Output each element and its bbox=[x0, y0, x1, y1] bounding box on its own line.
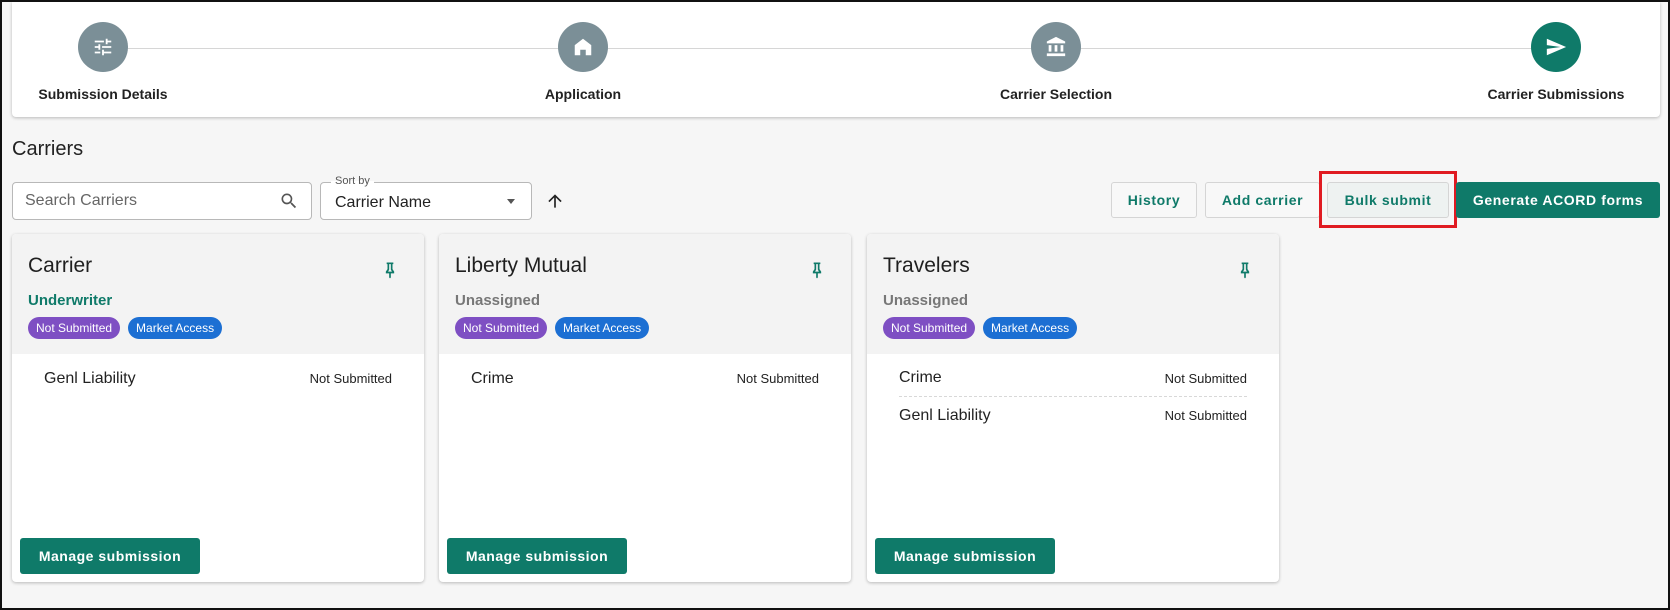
stepper: Submission Details Application Carrier S… bbox=[12, 2, 1660, 117]
card-header: Liberty Mutual Unassigned Not Submitted … bbox=[439, 234, 851, 354]
badge-group: Not Submitted Market Access bbox=[28, 317, 408, 339]
underwriter-label: Unassigned bbox=[455, 292, 541, 309]
coverage-line-name: Crime bbox=[471, 369, 514, 387]
highlight-box bbox=[1319, 171, 1457, 228]
coverage-line-row: Genl Liability Not Submitted bbox=[44, 360, 392, 397]
generate-acord-forms-button[interactable]: Generate ACORD forms bbox=[1456, 182, 1660, 218]
step-label: Carrier Selection bbox=[999, 86, 1113, 102]
coverage-line-row: Genl Liability Not Submitted bbox=[899, 397, 1247, 434]
market-access-badge: Market Access bbox=[555, 317, 650, 339]
sort-select[interactable]: Sort by Carrier Name bbox=[320, 175, 532, 220]
step-label: Application bbox=[544, 86, 622, 102]
card-header: Travelers Unassigned Not Submitted Marke… bbox=[867, 234, 1279, 354]
step-label: Carrier Submissions bbox=[1487, 86, 1625, 102]
add-carrier-button[interactable]: Add carrier bbox=[1205, 182, 1320, 218]
step-circle-active[interactable] bbox=[1531, 22, 1581, 72]
coverage-line-name: Genl Liability bbox=[899, 406, 991, 424]
pin-icon[interactable] bbox=[380, 260, 400, 280]
bank-icon bbox=[1046, 36, 1066, 57]
send-icon bbox=[1546, 38, 1567, 56]
badge-group: Not Submitted Market Access bbox=[883, 317, 1263, 339]
search-icon[interactable] bbox=[279, 191, 299, 211]
sort-legend: Sort by bbox=[331, 175, 374, 187]
status-badge: Not Submitted bbox=[455, 317, 548, 339]
step-label: Submission Details bbox=[38, 86, 168, 102]
sort-value: Carrier Name bbox=[335, 194, 432, 211]
card-header: Carrier Underwriter Not Submitted Market… bbox=[12, 234, 424, 354]
coverage-line-row: Crime Not Submitted bbox=[899, 360, 1247, 397]
carrier-card: Carrier Underwriter Not Submitted Market… bbox=[12, 234, 424, 582]
coverage-line-status: Not Submitted bbox=[1164, 370, 1247, 386]
sliders-icon bbox=[94, 38, 112, 56]
coverage-line-name: Genl Liability bbox=[44, 369, 136, 387]
manage-submission-button[interactable]: Manage submission bbox=[20, 538, 200, 574]
step-carrier-submissions[interactable]: Carrier Submissions bbox=[1456, 22, 1656, 102]
card-title: Travelers bbox=[883, 254, 970, 277]
coverage-lines: Genl Liability Not Submitted bbox=[12, 354, 424, 397]
caret-down-icon bbox=[507, 199, 515, 204]
coverage-line-status: Not Submitted bbox=[1164, 408, 1247, 423]
manage-submission-button[interactable]: Manage submission bbox=[875, 538, 1055, 574]
card-title: Liberty Mutual bbox=[455, 254, 587, 277]
badge-group: Not Submitted Market Access bbox=[455, 317, 835, 339]
step-application[interactable]: Application bbox=[483, 22, 683, 102]
page-title: Carriers bbox=[12, 138, 84, 160]
step-submission-details[interactable]: Submission Details bbox=[3, 22, 203, 102]
search-input[interactable] bbox=[25, 192, 279, 210]
step-circle[interactable] bbox=[558, 22, 608, 72]
coverage-lines: Crime Not Submitted Genl Liability Not S… bbox=[867, 354, 1279, 434]
step-circle[interactable] bbox=[1031, 22, 1081, 72]
stepper-connector bbox=[102, 48, 1570, 49]
card-title: Carrier bbox=[28, 254, 93, 277]
status-badge: Not Submitted bbox=[28, 317, 121, 339]
coverage-line-status: Not Submitted bbox=[309, 371, 392, 386]
carrier-card: Travelers Unassigned Not Submitted Marke… bbox=[867, 234, 1279, 582]
market-access-badge: Market Access bbox=[128, 317, 223, 339]
step-carrier-selection[interactable]: Carrier Selection bbox=[956, 22, 1156, 102]
coverage-line-name: Crime bbox=[899, 369, 942, 386]
sort-direction-button[interactable] bbox=[543, 189, 567, 213]
carrier-card: Liberty Mutual Unassigned Not Submitted … bbox=[439, 234, 851, 582]
manage-submission-button[interactable]: Manage submission bbox=[447, 538, 627, 574]
underwriter-link[interactable]: Underwriter bbox=[28, 292, 408, 309]
history-button[interactable]: History bbox=[1111, 182, 1197, 218]
home-icon bbox=[574, 38, 592, 56]
market-access-badge: Market Access bbox=[983, 317, 1078, 339]
search-box[interactable] bbox=[12, 182, 312, 220]
step-circle[interactable] bbox=[78, 22, 128, 72]
underwriter-label: Unassigned bbox=[883, 292, 969, 309]
coverage-lines: Crime Not Submitted bbox=[439, 354, 851, 397]
pin-icon[interactable] bbox=[807, 260, 827, 280]
coverage-line-row: Crime Not Submitted bbox=[471, 360, 819, 397]
status-badge: Not Submitted bbox=[883, 317, 976, 339]
arrow-up-icon bbox=[548, 194, 562, 208]
coverage-line-status: Not Submitted bbox=[736, 371, 819, 386]
pin-icon[interactable] bbox=[1235, 260, 1255, 280]
